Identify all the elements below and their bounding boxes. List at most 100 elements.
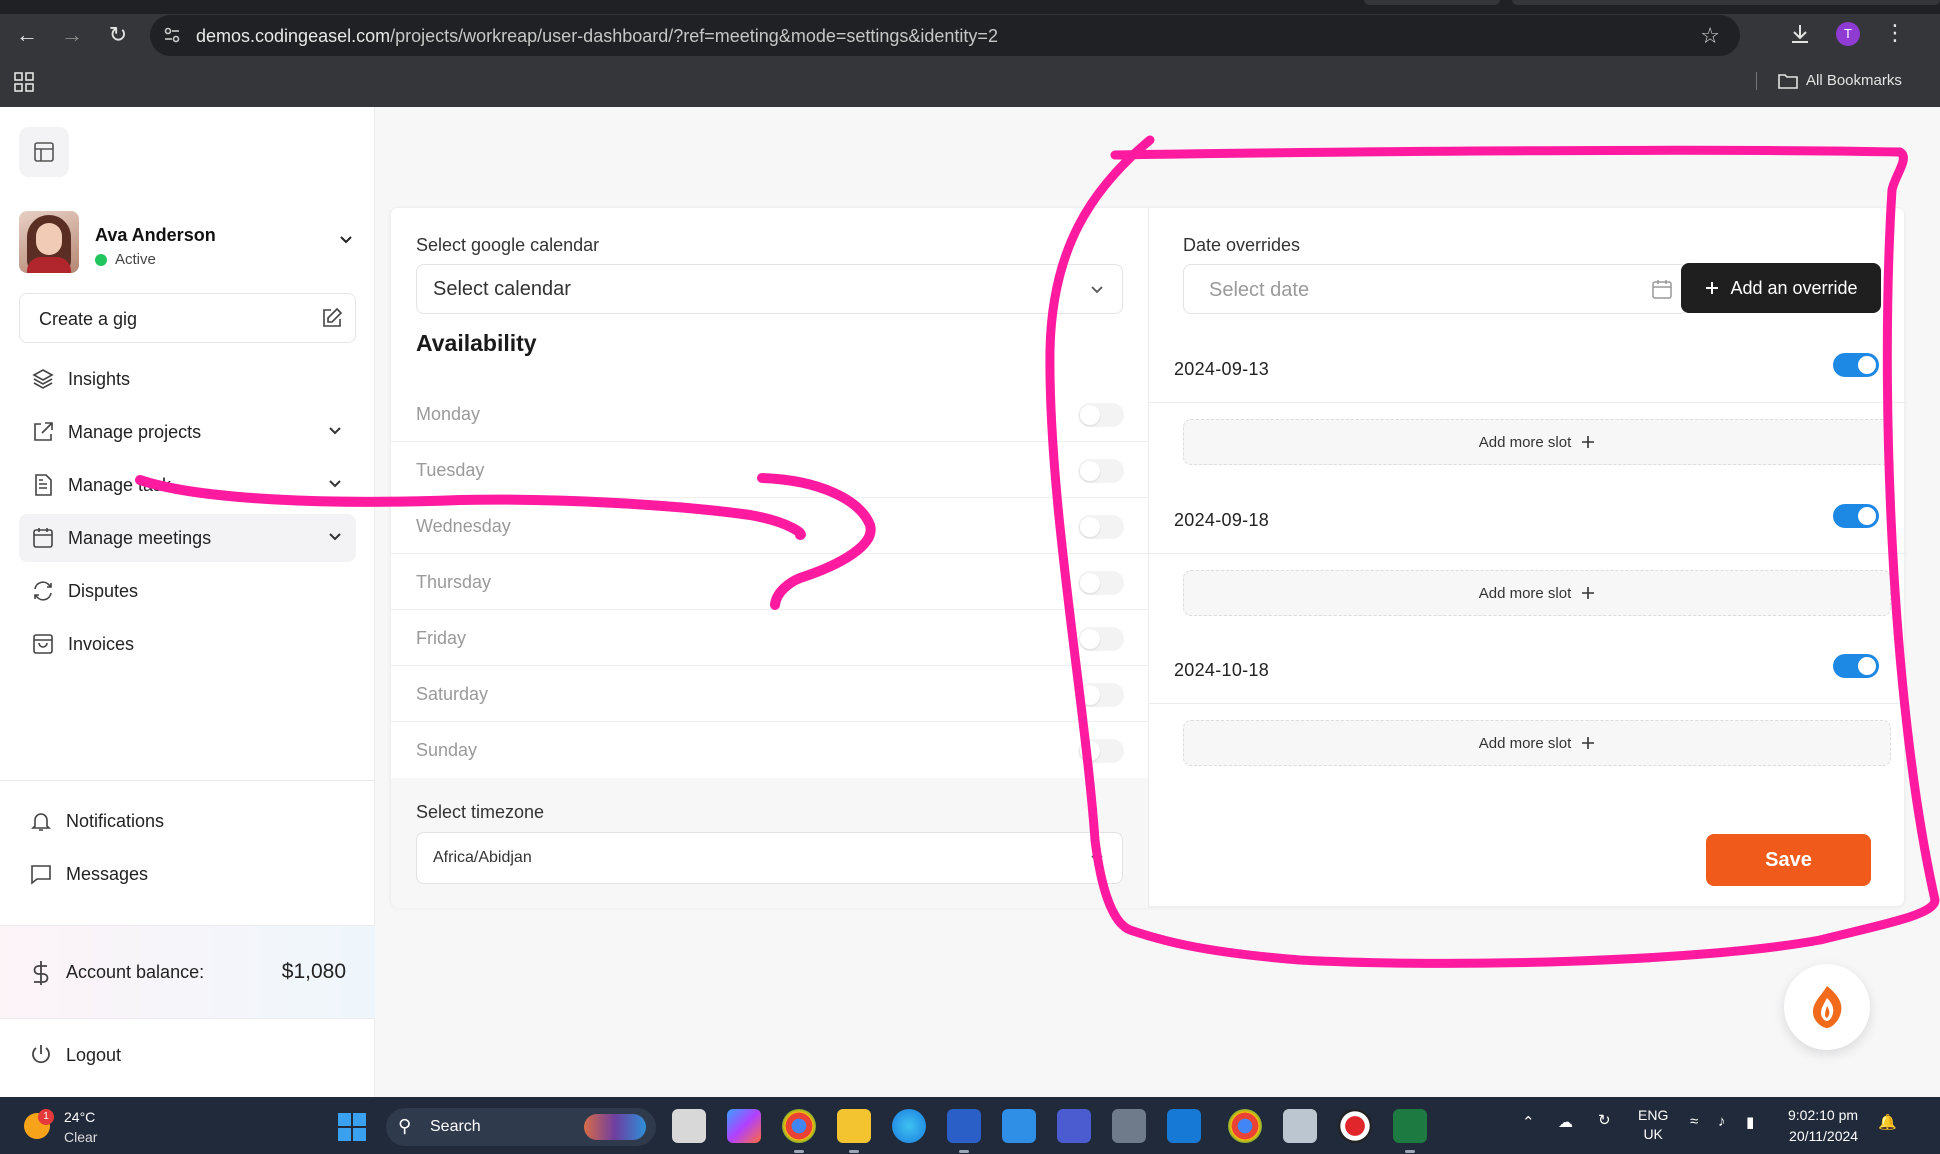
wifi-icon[interactable]: ≈ [1690, 1113, 1698, 1130]
apps-grid-icon[interactable] [14, 72, 34, 92]
file-explorer-icon[interactable] [837, 1109, 871, 1153]
notification-badge: 1 [38, 1109, 54, 1125]
sidebar-item-messages[interactable]: Messages [19, 850, 356, 898]
day-toggle[interactable] [1078, 683, 1124, 707]
profile-avatar[interactable]: T [1836, 22, 1860, 46]
sidebar-item-manage-task[interactable]: Manage task [19, 461, 356, 509]
add-override-label: Add an override [1730, 277, 1858, 298]
word-icon[interactable] [947, 1109, 981, 1153]
avatar [19, 211, 79, 273]
chevron-down-icon[interactable] [337, 231, 355, 249]
day-toggle[interactable] [1078, 739, 1124, 763]
override-toggle[interactable] [1833, 654, 1879, 678]
override-toggle[interactable] [1833, 353, 1879, 377]
day-toggle[interactable] [1078, 459, 1124, 483]
battery-icon[interactable]: ▮ [1746, 1113, 1754, 1131]
notification-bell-icon[interactable]: 🔔 [1878, 1113, 1897, 1131]
message-icon [31, 865, 51, 885]
sidebar-item-manage-meetings[interactable]: Manage meetings [19, 514, 356, 562]
date-overrides-label: Date overrides [1183, 235, 1301, 255]
day-toggle[interactable] [1078, 571, 1124, 595]
chrome-icon[interactable] [782, 1109, 816, 1153]
sidebar-item-manage-projects[interactable]: Manage projects [19, 408, 356, 456]
sidebar: Ava Anderson Active Create a gig Insight… [0, 107, 375, 1097]
reload-icon[interactable]: ↻ [105, 22, 131, 48]
sidebar-item-label: Manage meetings [68, 527, 212, 548]
date-placeholder: Select date [1209, 279, 1310, 301]
bookmark-star-icon[interactable]: ☆ [1700, 23, 1720, 49]
browser-chrome: ← → ↻ demos.codingeasel.com/projects/wor… [0, 0, 1940, 107]
chrome-alt-icon[interactable] [1228, 1109, 1262, 1143]
day-toggle[interactable] [1078, 515, 1124, 539]
day-toggle[interactable] [1078, 627, 1124, 651]
weather-temp: 24°C [64, 1109, 96, 1125]
jar-app-icon[interactable] [1283, 1109, 1317, 1143]
forward-icon[interactable]: → [59, 22, 85, 48]
edge-icon[interactable] [892, 1109, 926, 1143]
add-slot-button[interactable]: Add more slot [1183, 419, 1891, 465]
user-profile-card[interactable]: Ava Anderson Active [19, 211, 359, 273]
clock-time: 9:02:10 pm [1788, 1107, 1859, 1123]
download-icon[interactable] [1788, 22, 1812, 46]
day-label: Thursday [416, 572, 492, 592]
date-picker-input[interactable]: Select date [1183, 264, 1688, 314]
sidebar-item-invoices[interactable]: Invoices [19, 620, 356, 668]
language-indicator[interactable]: ENG UK [1638, 1106, 1668, 1144]
teams-icon[interactable] [1057, 1109, 1091, 1143]
timezone-select[interactable]: Africa/Abidjan [416, 832, 1123, 884]
sidebar-item-label: Notifications [66, 810, 165, 831]
document-icon [35, 474, 52, 496]
calendar-select[interactable]: Select calendar [416, 264, 1123, 314]
logout-button[interactable]: Logout [19, 1031, 356, 1079]
account-balance: Account balance: $1,080 [0, 925, 375, 1019]
volume-icon[interactable]: ♪ [1718, 1113, 1726, 1130]
system-clock[interactable]: 9:02:10 pm 20/11/2024 [1788, 1105, 1858, 1147]
add-override-button[interactable]: Add an override [1681, 263, 1881, 313]
create-gig-button[interactable]: Create a gig [19, 293, 356, 343]
calculator-icon[interactable] [1112, 1109, 1146, 1143]
edit-icon [323, 307, 343, 327]
add-slot-button[interactable]: Add more slot [1183, 720, 1891, 766]
all-bookmarks[interactable]: All Bookmarks [1778, 72, 1902, 89]
url-text[interactable]: demos.codingeasel.com/projects/workreap/… [196, 26, 998, 47]
create-gig-label: Create a gig [39, 309, 138, 329]
copilot-icon[interactable] [727, 1109, 761, 1143]
day-toggle[interactable] [1078, 403, 1124, 427]
weather-widget[interactable]: 1 24°C Clear [20, 1105, 110, 1147]
save-button[interactable]: Save [1706, 834, 1871, 886]
task-view-icon[interactable] [672, 1109, 706, 1143]
add-slot-button[interactable]: Add more slot [1183, 570, 1891, 616]
taskbar-search[interactable]: ⚲ Search [386, 1108, 656, 1146]
timezone-label: Select timezone [416, 802, 545, 822]
day-label: Tuesday [416, 460, 485, 480]
sync-icon[interactable]: ↻ [1598, 1111, 1611, 1129]
store-icon[interactable] [1002, 1109, 1036, 1143]
back-icon[interactable]: ← [14, 22, 40, 48]
clock-date: 20/11/2024 [1789, 1128, 1859, 1144]
address-bar[interactable]: demos.codingeasel.com/projects/workreap/… [150, 15, 1740, 56]
add-slot-label: Add more slot [1478, 584, 1572, 602]
all-bookmarks-label: All Bookmarks [1806, 72, 1902, 89]
app-icon[interactable] [1167, 1109, 1201, 1143]
site-settings-icon[interactable] [162, 25, 182, 45]
layers-icon [32, 369, 54, 389]
logout-label: Logout [66, 1045, 122, 1065]
sidebar-item-disputes[interactable]: Disputes [19, 567, 356, 615]
sidebar-toggle-button[interactable] [19, 127, 69, 177]
override-date: 2024-09-13 [1174, 359, 1270, 379]
support-fab-button[interactable] [1784, 964, 1870, 1050]
sidebar-item-insights[interactable]: Insights [19, 355, 356, 403]
excel-icon[interactable] [1393, 1109, 1427, 1153]
tray-chevron-up-icon[interactable]: ⌃ [1522, 1113, 1535, 1131]
chevron-down-icon [329, 533, 341, 541]
browser-menu-icon[interactable]: ⋮ [1884, 20, 1906, 46]
override-toggle[interactable] [1833, 504, 1879, 528]
calendar-icon [1652, 280, 1672, 299]
windows-start-icon[interactable] [338, 1113, 366, 1141]
column-divider [1148, 208, 1149, 908]
record-icon[interactable] [1338, 1109, 1372, 1143]
onedrive-icon[interactable]: ☁ [1558, 1113, 1573, 1131]
tab-edge [1512, 0, 1940, 5]
override-date: 2024-09-18 [1174, 510, 1270, 530]
sidebar-item-notifications[interactable]: Notifications [19, 797, 356, 845]
